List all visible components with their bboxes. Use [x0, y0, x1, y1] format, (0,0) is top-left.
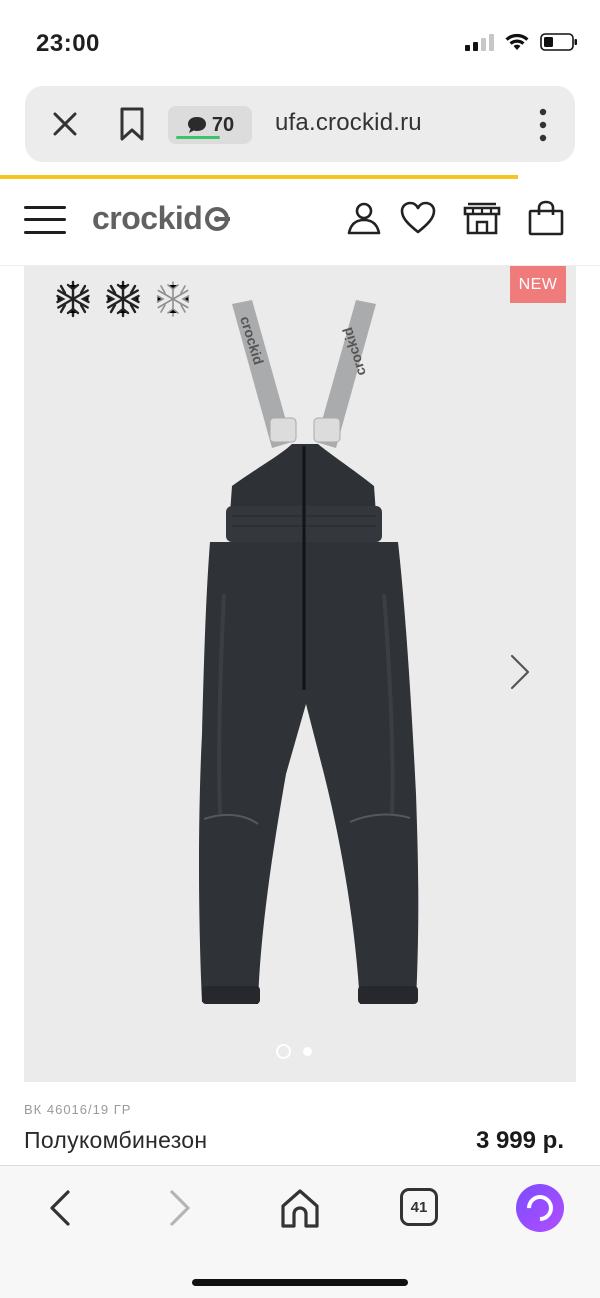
wifi-icon	[505, 33, 529, 50]
address-bar: 70 ufa.crockid.ru	[25, 86, 575, 162]
slide-dot-active[interactable]	[276, 1044, 291, 1059]
forward-arrow-icon[interactable]	[158, 1186, 202, 1230]
comments-count: 70	[211, 113, 235, 136]
alice-ring	[521, 1189, 559, 1227]
alice-assistant-icon[interactable]	[516, 1184, 564, 1232]
status-icons	[465, 32, 578, 52]
close-icon[interactable]	[47, 106, 83, 142]
heart-icon[interactable]	[398, 198, 438, 238]
status-bar: 23:00	[0, 0, 600, 84]
comment-bubble-icon	[187, 117, 206, 133]
url-text[interactable]: ufa.crockid.ru	[275, 109, 422, 137]
logo-text: crockid	[92, 200, 203, 236]
product-sku: ВК 46016/19 ГР	[24, 1102, 132, 1117]
back-arrow-icon[interactable]	[38, 1186, 82, 1230]
next-slide-arrow-icon[interactable]	[508, 652, 532, 692]
shopping-bag-icon[interactable]	[526, 198, 566, 238]
battery-icon	[540, 33, 577, 51]
home-indicator	[192, 1279, 408, 1286]
more-vertical-icon[interactable]	[539, 108, 547, 142]
site-header: crockid	[0, 180, 600, 266]
product-price: 3 999 р.	[475, 1127, 564, 1154]
product-image: crockid crockid	[199, 300, 419, 1004]
product-gallery[interactable]: NEW crockid crockid	[24, 266, 576, 1082]
signal-icon	[465, 33, 494, 51]
home-icon[interactable]	[278, 1186, 322, 1230]
comments-button[interactable]: 70	[168, 106, 252, 144]
user-icon[interactable]	[344, 198, 384, 238]
new-badge: NEW	[510, 266, 566, 303]
logo-mark-icon	[205, 206, 231, 231]
snowflake-icon	[56, 280, 90, 318]
snowflake-icon	[106, 280, 140, 318]
page-load-progress	[0, 175, 518, 179]
browser-bottom-toolbar: 41	[0, 1165, 600, 1298]
comments-indicator	[176, 136, 220, 139]
tabs-icon[interactable]: 41	[400, 1188, 438, 1226]
logo[interactable]: crockid	[92, 200, 231, 237]
bookmark-icon[interactable]	[117, 106, 147, 142]
slide-indicator	[276, 1044, 312, 1059]
status-time: 23:00	[36, 30, 100, 57]
slide-dot[interactable]	[303, 1047, 312, 1056]
store-icon[interactable]	[462, 198, 502, 238]
menu-icon[interactable]	[24, 204, 66, 236]
product-name[interactable]: Полукомбинезон	[24, 1127, 207, 1154]
